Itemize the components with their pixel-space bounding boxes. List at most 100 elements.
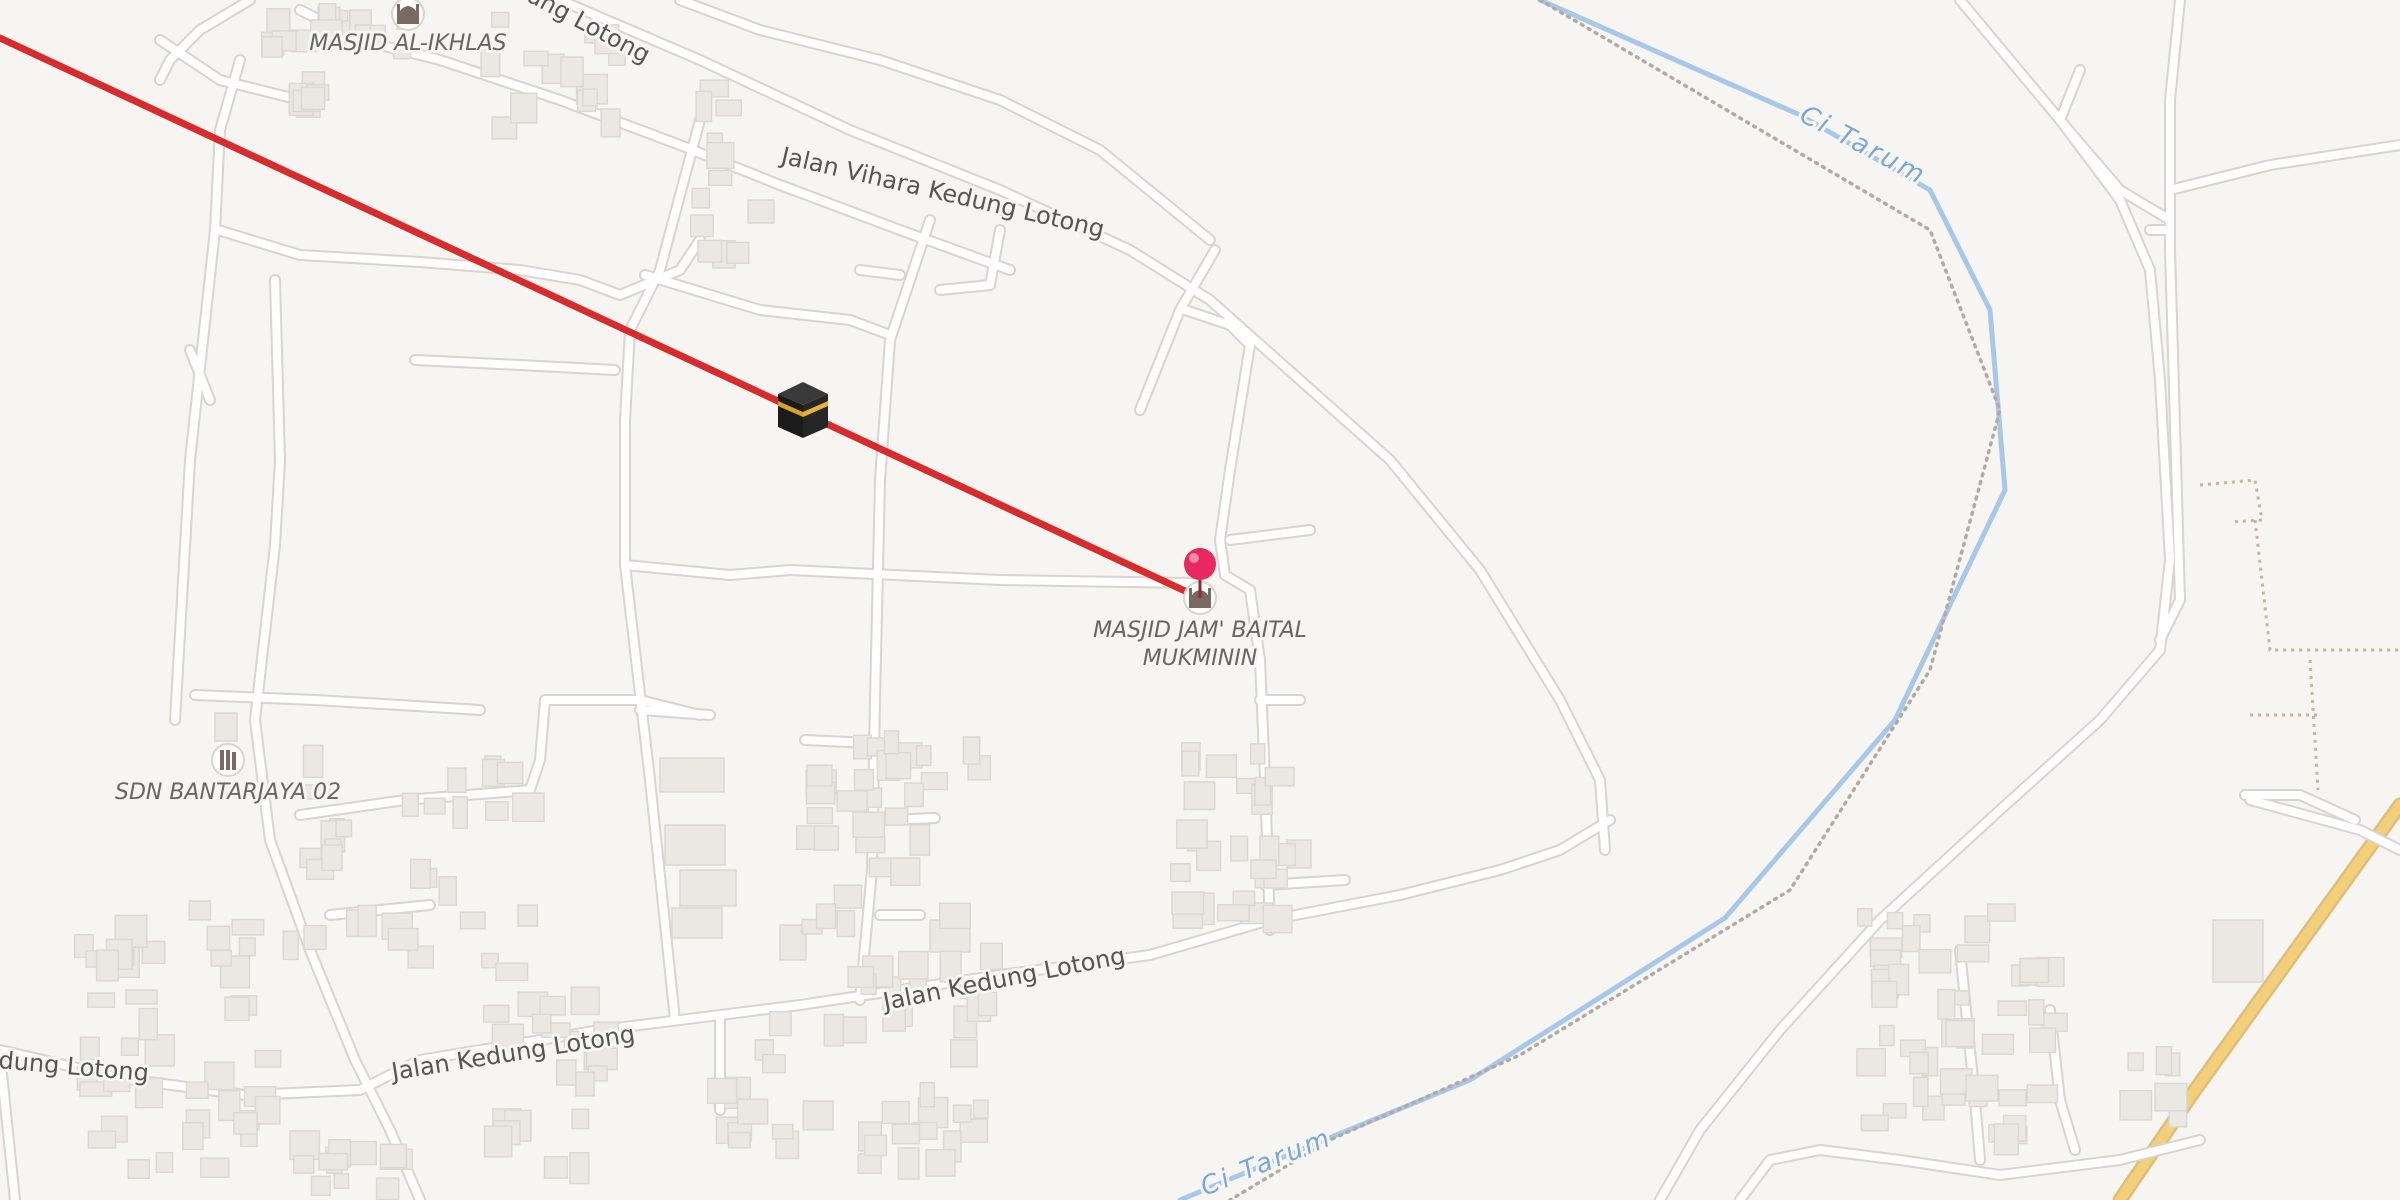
building [2027,999,2045,1026]
building [95,949,120,982]
map-canvas[interactable]: Jalan Vihara Kedung Lotong ung Lotong Ja… [0,0,2400,1200]
building [531,1013,552,1034]
building [86,992,116,1009]
building [762,1053,786,1074]
building [206,925,231,951]
river-label-upper: Ci Tarum [1795,100,1932,192]
building [863,1134,888,1157]
building [857,1153,882,1174]
building [768,1011,792,1037]
building [915,745,932,767]
building [802,1100,834,1131]
building [1997,1000,2028,1017]
building [852,811,886,838]
building [1909,1051,1930,1075]
kaaba-icon[interactable] [778,382,828,438]
building [438,876,458,906]
building [1264,766,1295,787]
building [1918,948,1952,974]
building [689,214,714,238]
building [920,771,949,791]
building [1901,924,1921,953]
building [695,90,713,123]
building [1856,907,1873,927]
building [266,8,291,34]
building [1181,750,1200,777]
building [2154,1082,2188,1112]
building [891,1123,921,1145]
building [847,965,875,989]
building [836,909,856,938]
building [254,1095,281,1125]
building [127,1158,150,1179]
building [496,761,524,785]
building [87,1130,117,1149]
building [238,937,256,957]
building [1205,754,1238,779]
building [884,807,909,826]
building [333,1173,350,1190]
building [697,239,723,263]
building [823,1013,844,1047]
building [890,857,921,887]
poi-label-masjid-al-ikhlas: MASJID AL-IKHLAS [309,31,506,56]
building [511,792,545,823]
building [1172,912,1204,930]
building [379,1143,408,1169]
building [300,86,326,111]
building [490,11,510,28]
building [1912,1076,1929,1108]
mosque-icon [391,0,425,31]
building [1886,911,1904,930]
building [1878,1024,1895,1047]
building [1170,862,1191,883]
building [575,1071,595,1097]
building [815,903,837,930]
building [409,858,431,889]
building [357,904,378,938]
building [600,108,621,138]
building [1230,835,1249,862]
building [199,1157,230,1178]
school-icon [211,743,245,777]
building [318,3,337,23]
building [423,797,446,815]
building [909,824,931,856]
building [868,857,893,878]
building [125,989,158,1005]
building [1937,988,1956,1020]
building [484,800,509,821]
building [1945,1019,1975,1048]
building [1232,890,1256,907]
building [459,911,486,930]
building [1176,819,1208,850]
building [452,795,468,829]
building [233,1111,258,1135]
building [560,56,584,88]
major-road [2112,797,2400,1200]
building [302,744,324,779]
building [853,769,875,791]
building [224,996,250,1022]
building [726,241,750,264]
building [138,1007,158,1041]
building [1998,1088,2027,1107]
building [539,995,566,1016]
building [401,792,420,817]
building [569,1152,590,1185]
building [2019,957,2050,984]
building [962,736,981,765]
building [387,927,419,951]
poi-label-school: SDN BANTARJAYA 02 [115,780,341,805]
building [293,1154,315,1174]
building [2028,1027,2057,1054]
poi-label-masjid-baital-line1: MASJID JAM' BAITAL [1093,618,1307,643]
building [349,1140,378,1166]
building [482,1004,510,1023]
building [950,1039,978,1068]
building [2026,1084,2059,1104]
building [2119,1089,2153,1121]
building [1249,743,1266,765]
building [1171,891,1205,915]
building [1986,903,2016,922]
